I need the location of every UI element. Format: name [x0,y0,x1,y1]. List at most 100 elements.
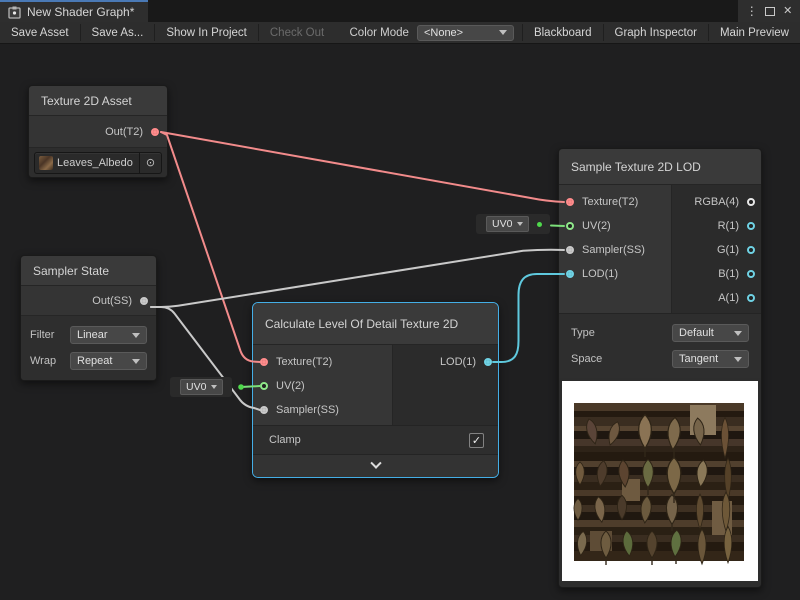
edge-lod-to-sample[interactable] [493,274,564,362]
node-preview-image [562,381,758,581]
menu-kebab-icon[interactable]: ⋮ [746,5,758,17]
shader-graph-icon [8,6,21,19]
space-dropdown[interactable]: Tangent [672,350,749,368]
node-title: Texture 2D Asset [41,94,132,108]
node-sampler-state[interactable]: Sampler State Out(SS) Filter Linear Wrap… [20,255,157,381]
port-in-lod[interactable] [566,270,574,278]
wrap-dropdown[interactable]: Repeat [70,352,147,370]
node-header[interactable]: Calculate Level Of Detail Texture 2D [253,303,498,345]
node-header[interactable]: Texture 2D Asset [29,86,167,116]
uv-connector-dot-icon [537,222,542,227]
chevron-down-icon [734,331,742,336]
port-out-r[interactable] [747,222,755,230]
port-in-sampler[interactable] [566,246,574,254]
port-out-b[interactable] [747,270,755,278]
filter-value: Linear [77,329,108,341]
edge-sampler-to-sample[interactable] [151,250,564,307]
filter-label: Filter [30,329,54,341]
chevron-down-icon [132,333,140,338]
tab-shader-graph[interactable]: New Shader Graph* [0,0,148,22]
type-dropdown[interactable]: Default [672,324,749,342]
clamp-label: Clamp [269,434,301,446]
graph-inspector-button[interactable]: Graph Inspector [604,22,708,43]
node-collapse-control[interactable] [253,454,498,477]
uv-channel-value: UV0 [492,218,512,230]
window-controls: ⋮ ✕ [738,0,800,22]
port-label: UV(2) [276,380,305,392]
port-label: Out(SS) [92,295,132,307]
node-header[interactable]: Sample Texture 2D LOD [559,149,761,185]
uv-channel-slot: UV0 [170,377,232,397]
port-out-t2[interactable] [151,128,159,136]
port-label: G(1) [717,244,739,256]
port-label: A(1) [718,292,739,304]
chevron-down-icon [517,222,523,226]
port-out-rgba[interactable] [747,198,755,206]
clamp-checkbox[interactable] [469,433,484,448]
graph-toolbar: Save Asset Save As... Show In Project Ch… [0,22,800,44]
port-label: Texture(T2) [276,356,332,368]
chevron-down-icon [370,458,381,469]
uv-channel-slot: UV0 [476,214,550,234]
node-title: Calculate Level Of Detail Texture 2D [265,317,458,331]
port-label: Sampler(SS) [276,404,339,416]
space-value: Tangent [679,353,718,365]
port-out-lod[interactable] [484,358,492,366]
port-label: LOD(1) [440,356,476,368]
port-in-sampler[interactable] [260,406,268,414]
chevron-down-icon [734,357,742,362]
port-in-texture[interactable] [260,358,268,366]
port-out-a[interactable] [747,294,755,302]
port-label: Texture(T2) [582,196,638,208]
show-in-project-button[interactable]: Show In Project [155,22,258,43]
port-label: UV(2) [582,220,611,232]
port-in-uv[interactable] [566,222,574,230]
tab-title: New Shader Graph* [27,5,134,19]
uv-channel-dropdown[interactable]: UV0 [486,216,529,232]
port-label: Out(T2) [105,126,143,138]
type-value: Default [679,327,714,339]
node-calculate-lod-texture-2d[interactable]: Calculate Level Of Detail Texture 2D Tex… [252,302,499,478]
type-label: Type [571,327,595,339]
edge-texture-to-calculate[interactable] [161,132,260,362]
color-mode-dropdown[interactable]: <None> [417,25,514,41]
edge-texture-to-sample[interactable] [161,132,564,202]
chevron-down-icon [211,385,217,389]
filter-dropdown[interactable]: Linear [70,326,147,344]
node-title: Sample Texture 2D LOD [571,160,701,174]
title-bar: New Shader Graph* ⋮ ✕ [0,0,800,22]
port-in-texture[interactable] [566,198,574,206]
space-label: Space [571,353,602,365]
port-label: R(1) [718,220,739,232]
port-out-ss[interactable] [140,297,148,305]
port-label: RGBA(4) [694,196,739,208]
node-sample-texture-2d-lod[interactable]: Sample Texture 2D LOD Texture(T2) UV(2) … [558,148,762,588]
graph-canvas[interactable]: Texture 2D Asset Out(T2) Leaves_Albedo ⊙… [0,44,800,600]
node-header[interactable]: Sampler State [21,256,156,286]
port-label: B(1) [718,268,739,280]
node-preview [559,378,761,587]
save-asset-button[interactable]: Save Asset [0,22,80,43]
port-in-uv[interactable] [260,382,268,390]
maximize-icon[interactable] [765,7,775,16]
blackboard-button[interactable]: Blackboard [523,22,603,43]
node-texture-2d-asset[interactable]: Texture 2D Asset Out(T2) Leaves_Albedo ⊙ [28,85,168,178]
uv-channel-value: UV0 [186,381,206,393]
main-preview-button[interactable]: Main Preview [709,22,800,43]
check-out-button: Check Out [259,22,335,43]
port-out-g[interactable] [747,246,755,254]
texture-object-field[interactable]: Leaves_Albedo ⊙ [34,152,162,174]
port-label: LOD(1) [582,268,618,280]
uv-connector-dot-icon [238,384,244,390]
color-mode-label: Color Mode [340,22,417,43]
node-title: Sampler State [33,264,109,278]
save-as-button[interactable]: Save As... [81,22,155,43]
close-icon[interactable]: ✕ [783,6,792,17]
texture-asset-name: Leaves_Albedo [57,157,139,169]
uv-channel-dropdown[interactable]: UV0 [180,379,223,395]
object-picker-icon[interactable]: ⊙ [139,153,161,173]
port-label: Sampler(SS) [582,244,645,256]
wrap-value: Repeat [77,355,112,367]
chevron-down-icon [499,30,507,35]
chevron-down-icon [132,359,140,364]
